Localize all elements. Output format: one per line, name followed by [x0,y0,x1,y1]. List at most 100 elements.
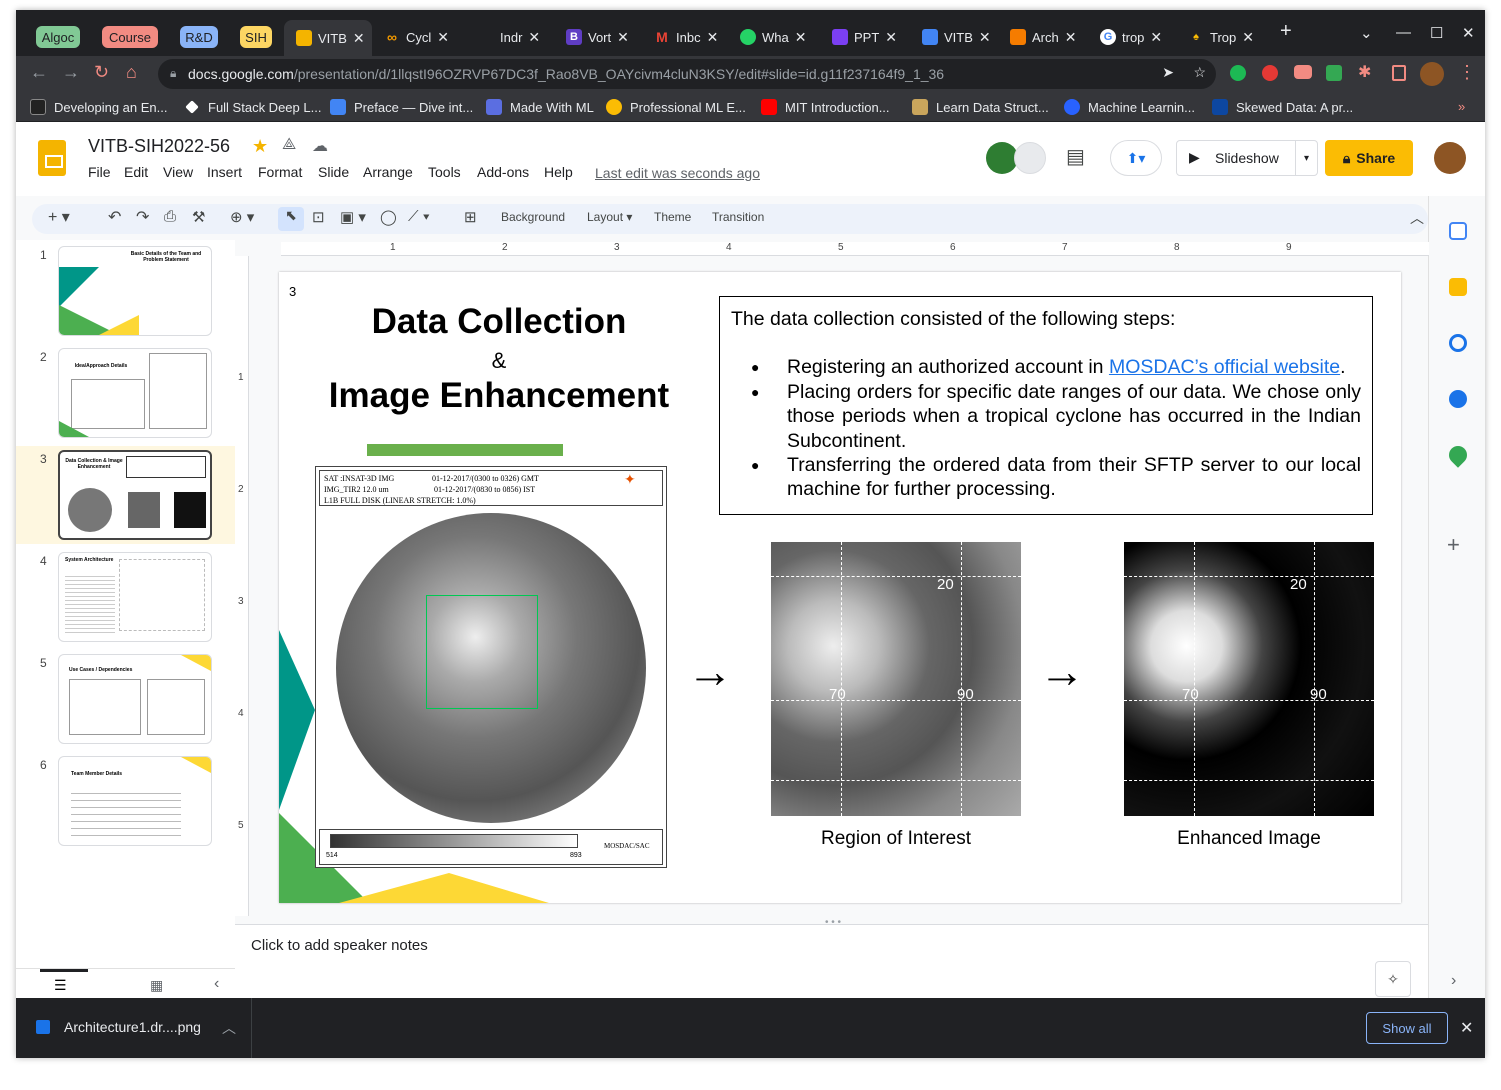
slide-thumb-2[interactable]: Idea/Approach Details [58,348,212,438]
redo-icon[interactable]: ↷ [136,207,149,227]
bookmark-8[interactable]: Machine Learnin... [1064,99,1195,115]
close-icon[interactable]: ✕ [528,29,540,46]
menu-insert[interactable]: Insert [207,164,242,180]
layout-button[interactable]: Layout ▾ [587,210,632,224]
resize-handle[interactable]: • • • [825,917,841,928]
collapse-toolbar-icon[interactable]: ︿ [1410,208,1424,228]
send-icon[interactable]: ➤ [1162,64,1174,81]
bookmark-3[interactable]: Preface — Dive int... [330,99,473,115]
bookmark-5[interactable]: Professional ML E... [606,99,746,115]
close-icon[interactable]: ✕ [617,29,629,46]
menu-arrange[interactable]: Arrange [363,164,413,180]
chevron-down-icon[interactable]: ⌄ [1360,24,1373,42]
slide-thumb-3[interactable]: Data Collection & Image Enhancement [58,450,212,540]
menu-edit[interactable]: Edit [124,164,148,180]
star-icon[interactable]: ★ [252,136,268,157]
select-icon[interactable]: ⬉ [278,207,304,231]
list-view-icon[interactable]: ☰ [54,977,67,994]
tab-trop-google[interactable]: G trop ✕ [1100,22,1174,52]
doc-title[interactable]: VITB-SIH2022-56 [88,136,230,157]
close-icon[interactable]: ✕ [795,29,807,46]
profile-avatar[interactable] [1420,62,1444,86]
menu-slide[interactable]: Slide [318,164,349,180]
sidepanel-icon[interactable] [1392,65,1406,81]
transition-button[interactable]: Transition [712,210,764,224]
zoom-icon[interactable]: ⊕ ▾ [230,208,254,226]
minimize-button[interactable]: — [1396,24,1411,41]
star-icon[interactable]: ☆ [1193,64,1206,81]
tab-group-course[interactable]: Course [102,26,158,48]
tab-indr[interactable]: Indr ✕ [478,22,546,52]
steps-textbox[interactable]: The data collection consisted of the fol… [719,296,1373,515]
more-bookmarks-button[interactable]: » [1458,99,1465,114]
forward-button[interactable]: → [62,62,80,83]
tab-group-rnd[interactable]: R&D [180,26,218,48]
close-icon[interactable]: ✕ [353,30,365,47]
enhanced-image[interactable]: 20 70 90 [1124,542,1374,816]
contacts-icon[interactable] [1449,390,1467,408]
slide-thumb-4[interactable]: System Architecture [58,552,212,642]
menu-format[interactable]: Format [258,164,302,180]
home-button[interactable]: ⌂ [126,62,137,83]
slide-thumb-6[interactable]: Team Member Details [58,756,212,846]
meet-avatar[interactable] [1014,142,1046,174]
tab-trop[interactable]: ♠ Trop ✕ [1188,22,1266,52]
bookmark-6[interactable]: MIT Introduction... [761,99,890,115]
tab-ppt[interactable]: PPT ✕ [832,22,910,52]
menu-file[interactable]: File [88,164,111,180]
extension-green-icon[interactable] [1326,65,1342,81]
share-button[interactable]: 🔒︎ Share [1325,140,1413,176]
close-icon[interactable]: ✕ [1065,29,1077,46]
tab-group-algoc[interactable]: Algoc [36,26,80,48]
close-icon[interactable]: ✕ [437,29,449,46]
close-icon[interactable]: ✕ [1150,29,1162,46]
close-icon[interactable]: ✕ [1242,29,1254,46]
close-window-button[interactable]: ✕ [1462,24,1475,42]
grid-view-icon[interactable]: ▦ [150,977,163,994]
menu-view[interactable]: View [163,164,193,180]
print-icon[interactable]: ⎙ [164,208,176,225]
close-icon[interactable]: ✕ [707,29,719,46]
roi-image[interactable]: 20 70 90 [771,542,1021,816]
maps-icon[interactable] [1445,442,1471,468]
chevron-down-icon[interactable]: ▾ [1295,141,1317,175]
comment-icon[interactable]: ▤ [1066,144,1085,169]
show-all-button[interactable]: Show all [1366,1012,1448,1044]
extension-red-icon[interactable] [1262,65,1278,81]
slides-logo-icon[interactable] [38,140,66,176]
reload-button[interactable]: ↻ [94,62,109,83]
paint-format-icon[interactable]: ⚒ [192,208,205,226]
close-icon[interactable]: ✕ [885,29,897,46]
present-meet-button[interactable]: ⬆▾ [1110,140,1162,176]
menu-dots-icon[interactable]: ⋮ [1458,62,1476,83]
satellite-image[interactable]: SAT :INSAT-3D IMG 01-12-2017/(0300 to 03… [315,466,667,868]
tab-vitb-active[interactable]: VITB ✕ [284,20,372,56]
menu-help[interactable]: Help [544,164,573,180]
move-icon[interactable]: ⟁ [282,136,296,154]
bookmark-1[interactable]: Developing an En... [30,99,167,115]
bookmark-4[interactable]: Made With ML [486,99,594,115]
tab-arch[interactable]: Arch ✕ [1010,22,1082,52]
slide-canvas[interactable]: 3 Data Collection & Image Enhancement Th… [279,272,1401,903]
bookmark-7[interactable]: Learn Data Struct... [912,99,1049,115]
last-edit-link[interactable]: Last edit was seconds ago [595,165,760,181]
shape-icon[interactable]: ◯ [380,208,397,226]
chevron-up-icon[interactable]: ︿ [222,1018,236,1038]
slide-thumb-5[interactable]: Use Cases / Dependencies [58,654,212,744]
extension-grammarly-icon[interactable] [1230,65,1246,81]
close-icon[interactable]: ✕ [1460,1018,1473,1038]
slideshow-button[interactable]: ▶ Slideshow ▾ [1176,140,1318,176]
chevron-right-icon[interactable]: › [1451,972,1456,990]
bookmark-2[interactable]: Full Stack Deep L... [184,99,321,115]
close-icon[interactable]: ✕ [979,29,991,46]
collapse-filmstrip-icon[interactable]: ‹ [214,975,219,993]
add-addon-icon[interactable]: + [1447,532,1460,558]
download-item[interactable]: Architecture1.dr....png ︿ [16,998,252,1058]
speaker-notes[interactable]: • • • Click to add speaker notes ✧ [235,917,1428,998]
bookmark-9[interactable]: Skewed Data: A pr... [1212,99,1353,115]
new-slide-button[interactable]: + ▾ [48,207,70,227]
slide-thumb-1[interactable]: Basic Details of the Team and Problem St… [58,246,212,336]
extension-glasses-icon[interactable] [1294,65,1312,79]
tab-vitb-doc[interactable]: VITB ✕ [922,22,994,52]
new-tab-button[interactable]: + [1280,20,1292,43]
